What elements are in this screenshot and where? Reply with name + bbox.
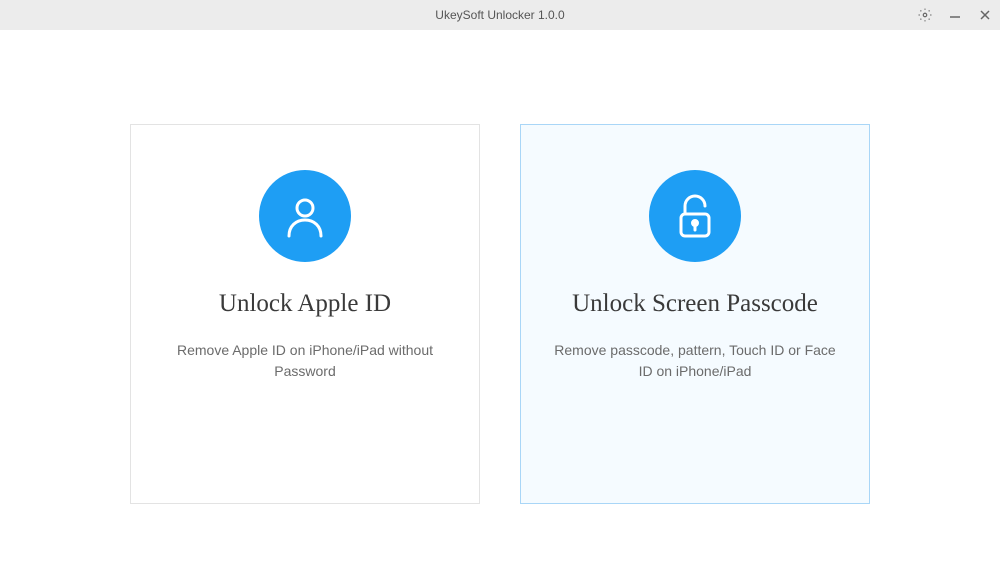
unlock-apple-id-card[interactable]: Unlock Apple ID Remove Apple ID on iPhon… [130, 124, 480, 504]
close-icon [979, 9, 991, 21]
apple-id-description: Remove Apple ID on iPhone/iPad without P… [131, 340, 479, 382]
apple-id-icon-circle [259, 170, 351, 262]
screen-passcode-title: Unlock Screen Passcode [572, 290, 818, 318]
unlock-icon [671, 192, 719, 240]
minimize-icon [949, 9, 961, 21]
unlock-screen-passcode-card[interactable]: Unlock Screen Passcode Remove passcode, … [520, 124, 870, 504]
main-content: Unlock Apple ID Remove Apple ID on iPhon… [0, 30, 1000, 504]
screen-passcode-description: Remove passcode, pattern, Touch ID or Fa… [521, 340, 869, 382]
titlebar: UkeySoft Unlocker 1.0.0 [0, 0, 1000, 30]
close-button[interactable] [970, 0, 1000, 30]
apple-id-title: Unlock Apple ID [219, 290, 391, 318]
settings-button[interactable] [910, 0, 940, 30]
window-title: UkeySoft Unlocker 1.0.0 [435, 8, 564, 22]
minimize-button[interactable] [940, 0, 970, 30]
screen-passcode-icon-circle [649, 170, 741, 262]
titlebar-controls [910, 0, 1000, 30]
person-icon [281, 192, 329, 240]
gear-icon [918, 8, 932, 22]
